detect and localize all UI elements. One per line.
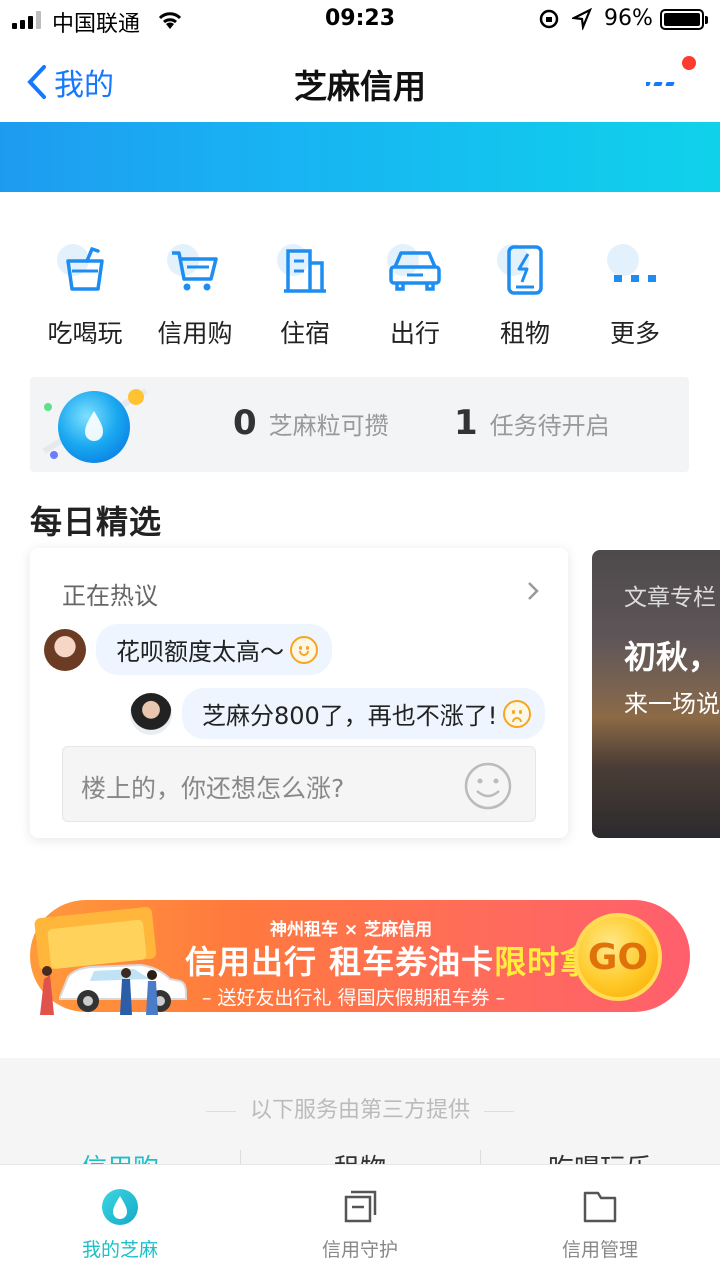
building-icon xyxy=(284,249,326,293)
entry-label: 吃喝玩 xyxy=(47,319,123,348)
tab-label: 我的芝麻 xyxy=(81,1239,158,1261)
cup-icon xyxy=(66,246,104,291)
header-banner[interactable] xyxy=(0,122,720,192)
status-bar: 中国联通 09:23 96% xyxy=(0,0,720,40)
tab-credit-management[interactable]: 信用管理 xyxy=(480,1165,720,1280)
hot-topic-header: 正在热议 xyxy=(62,582,158,610)
grains-count: 0 xyxy=(233,403,257,443)
entry-credit-shopping[interactable]: 信用购 xyxy=(140,240,250,350)
sesame-logo-icon xyxy=(42,388,148,463)
article-tag: 文章专栏 xyxy=(624,585,716,611)
tasks-count: 1 xyxy=(454,403,478,443)
entry-label: 更多 xyxy=(609,319,660,348)
entry-rental[interactable]: 租物 xyxy=(470,240,580,350)
article-title: 初秋， xyxy=(624,638,720,676)
promo-headline-text: 信用出行 租车券油卡 xyxy=(185,943,495,981)
notification-dot xyxy=(682,56,696,70)
car-illustration-icon xyxy=(34,907,187,1015)
entry-accommodation[interactable]: 住宿 xyxy=(250,240,360,350)
entry-label: 出行 xyxy=(389,319,440,348)
more-menu-button[interactable] xyxy=(641,56,696,102)
shield-box-icon xyxy=(344,1190,377,1223)
entry-label: 租物 xyxy=(499,319,550,348)
hot-topic-card[interactable]: 正在热议 花呗额度太高～ 芝麻分800了，再也不涨了! 楼上的，你还想怎么涨? xyxy=(30,548,568,838)
folder-icon xyxy=(583,1191,617,1223)
entry-label: 住宿 xyxy=(279,319,330,348)
avatar xyxy=(44,628,86,671)
grains-stat: 0 芝麻粒可攒 xyxy=(233,403,389,443)
comment-text: 花呗额度太高～ xyxy=(116,638,284,666)
battery-icon xyxy=(660,9,708,30)
comment-row-1: 花呗额度太高～ xyxy=(44,624,332,675)
tab-my-sesame[interactable]: 我的芝麻 xyxy=(0,1165,240,1280)
emoji-picker-icon[interactable] xyxy=(463,761,513,811)
power-bank-icon xyxy=(507,245,543,295)
page-title: 芝麻信用 xyxy=(294,67,426,106)
comment-bubble: 芝麻分800了，再也不涨了! xyxy=(182,688,546,739)
comment-input[interactable]: 楼上的，你还想怎么涨? xyxy=(62,746,536,822)
more-dots-icon xyxy=(614,275,656,282)
promo-subtitle: – 送好友出行礼 得国庆假期租车券 – xyxy=(202,987,506,1009)
entry-label: 信用购 xyxy=(157,319,233,348)
avatar xyxy=(130,692,172,735)
article-subtitle: 来一场说 xyxy=(624,690,720,718)
entry-travel[interactable]: 出行 xyxy=(360,240,470,350)
car-icon xyxy=(389,251,441,291)
comment-row-2: 芝麻分800了，再也不涨了! xyxy=(130,688,546,739)
cart-icon xyxy=(172,251,218,291)
quick-entries: 吃喝玩 信用购 住宿 出行 租物 更多 xyxy=(30,240,690,350)
entry-eat-drink-play[interactable]: 吃喝玩 xyxy=(30,240,140,350)
nav-bar: 我的 芝麻信用 xyxy=(0,40,720,122)
battery-percent: 96% xyxy=(604,6,653,31)
sesame-drop-icon xyxy=(102,1189,138,1225)
more-icon xyxy=(641,82,675,86)
daily-picks-title: 每日精选 xyxy=(30,503,163,541)
promo-banner[interactable]: 神州租车 × 芝麻信用 信用出行 租车券油卡限时拿 – 送好友出行礼 得国庆假期… xyxy=(30,895,690,1020)
third-party-section: 以下服务由第三方提供 信用购 租物 吃喝玩乐 xyxy=(0,1058,720,1184)
smile-emoji-icon xyxy=(290,635,318,664)
rotation-lock-icon xyxy=(539,9,559,29)
bottom-tab-bar: 我的芝麻 信用守护 信用管理 xyxy=(0,1164,720,1280)
tab-label: 信用管理 xyxy=(561,1239,638,1261)
article-card[interactable]: 文章专栏 初秋， 来一场说 xyxy=(592,550,720,838)
sad-emoji-icon xyxy=(503,699,532,728)
tab-label: 信用守护 xyxy=(321,1239,398,1261)
promo-go-button[interactable]: GO xyxy=(574,913,662,1001)
promo-headline: 信用出行 租车券油卡限时拿 xyxy=(185,937,593,983)
points-card[interactable]: 0 芝麻粒可攒 1 任务待开启 xyxy=(30,377,689,472)
entry-more[interactable]: 更多 xyxy=(580,240,690,350)
grains-label: 芝麻粒可攒 xyxy=(268,412,389,440)
location-arrow-icon xyxy=(572,8,592,30)
third-party-note: 以下服务由第三方提供 xyxy=(0,1092,720,1124)
comment-bubble: 花呗额度太高～ xyxy=(96,624,332,675)
tab-credit-guard[interactable]: 信用守护 xyxy=(240,1165,480,1280)
tasks-label: 任务待开启 xyxy=(489,412,610,440)
tasks-stat: 1 任务待开启 xyxy=(454,403,610,443)
chevron-right-icon xyxy=(528,582,539,600)
comment-placeholder: 楼上的，你还想怎么涨? xyxy=(81,774,345,803)
comment-text: 芝麻分800了，再也不涨了! xyxy=(202,702,498,730)
